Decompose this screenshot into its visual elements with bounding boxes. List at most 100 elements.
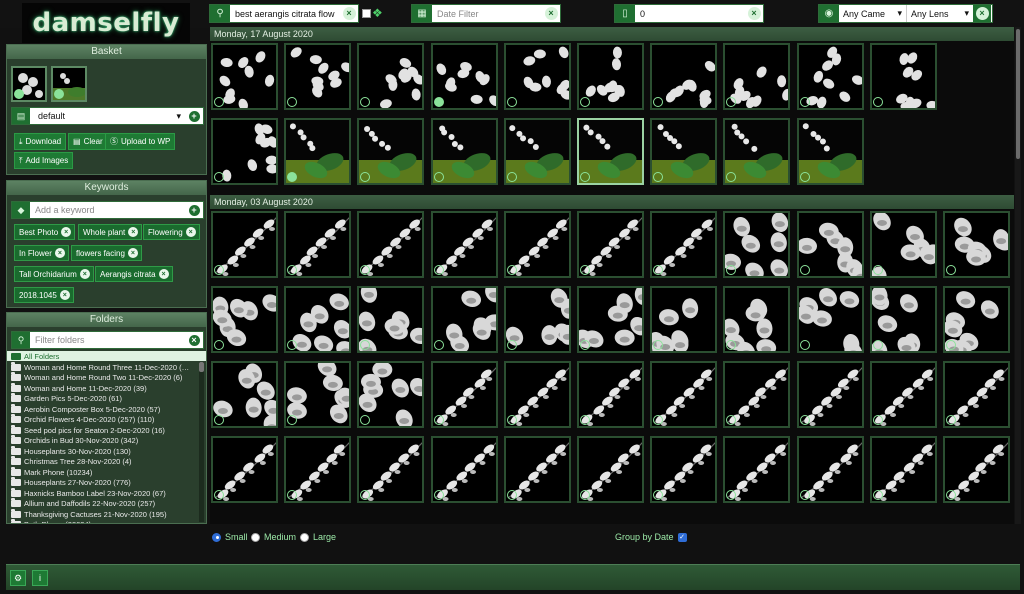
search-clear-button[interactable]: ×: [340, 5, 358, 22]
image-thumbnail[interactable]: [430, 436, 498, 503]
camera-select[interactable]: Any Came ▾: [839, 5, 907, 22]
folder-item[interactable]: Woman and Home 11-Dec-2020 (39): [7, 382, 198, 394]
keyword-tag[interactable]: 2018.1045 ×: [14, 287, 74, 303]
select-circle[interactable]: [799, 340, 810, 350]
folder-all[interactable]: All Folders: [7, 350, 206, 361]
folder-item[interactable]: Garden Pics 5-Dec-2020 (61): [7, 393, 198, 405]
image-thumbnail[interactable]: [869, 361, 937, 428]
size-large-option[interactable]: Large: [300, 532, 336, 542]
remove-tag-icon[interactable]: ×: [79, 269, 90, 279]
select-circle[interactable]: [506, 265, 517, 275]
image-thumbnail[interactable]: [211, 118, 278, 185]
image-thumbnail[interactable]: [357, 436, 425, 503]
remove-tag-icon[interactable]: ×: [128, 227, 139, 237]
select-circle[interactable]: [433, 172, 444, 182]
image-thumbnail[interactable]: [357, 286, 425, 353]
image-thumbnail[interactable]: [869, 211, 937, 278]
select-circle[interactable]: [799, 415, 810, 425]
image-thumbnail[interactable]: [357, 361, 425, 428]
select-circle[interactable]: [433, 490, 444, 500]
image-thumbnail[interactable]: [284, 436, 352, 503]
image-thumbnail[interactable]: [430, 43, 498, 110]
folder-item[interactable]: Houseplants 27-Nov-2020 (776): [7, 477, 198, 489]
basket-select-indicator[interactable]: [14, 89, 24, 99]
keyword-tag[interactable]: Flowering ×: [143, 224, 200, 240]
image-thumbnail[interactable]: [650, 43, 718, 110]
image-thumbnail[interactable]: [503, 118, 571, 185]
image-thumbnail[interactable]: [211, 286, 278, 353]
select-circle[interactable]: [433, 97, 444, 107]
basket-thumbnail[interactable]: [11, 66, 47, 102]
keyword-tag[interactable]: Best Photo ×: [14, 224, 76, 240]
image-thumbnail[interactable]: [943, 286, 1010, 353]
select-circle[interactable]: [433, 340, 444, 350]
remove-tag-icon[interactable]: ×: [127, 248, 138, 258]
image-thumbnail[interactable]: [796, 436, 864, 503]
folder-item[interactable]: Woman and Home Round Two 11-Dec-2020 (6): [7, 372, 198, 384]
image-thumbnail[interactable]: [869, 286, 937, 353]
folder-item[interactable]: Orchids in Bud 30-Nov-2020 (342): [7, 435, 198, 447]
select-circle[interactable]: [214, 490, 224, 500]
select-circle[interactable]: [946, 490, 956, 500]
image-thumbnail[interactable]: [577, 118, 644, 185]
image-thumbnail[interactable]: [357, 43, 425, 110]
folder-item[interactable]: Woman and Home Round Three 11-Dec-2020 (…: [7, 361, 198, 373]
info-icon[interactable]: i: [32, 570, 48, 586]
image-thumbnail[interactable]: [430, 361, 498, 428]
keyword-tag[interactable]: Whole plant ×: [78, 224, 143, 240]
grid-scrollbar[interactable]: [1015, 27, 1021, 524]
folder-item[interactable]: Beth Phone (23634): [7, 519, 198, 523]
select-circle[interactable]: [214, 265, 224, 275]
image-thumbnail[interactable]: [577, 436, 644, 503]
tag-search-checkbox[interactable]: [362, 9, 371, 18]
select-circle[interactable]: [799, 97, 810, 107]
cogs-icon[interactable]: ⚙: [10, 570, 26, 586]
basket-select-indicator[interactable]: [54, 89, 64, 99]
image-thumbnail[interactable]: [723, 118, 791, 185]
select-circle[interactable]: [580, 172, 590, 182]
select-circle[interactable]: [580, 490, 590, 500]
image-thumbnail[interactable]: [211, 43, 278, 110]
select-circle[interactable]: [506, 340, 517, 350]
size-medium-option[interactable]: Medium: [251, 532, 296, 542]
image-thumbnail[interactable]: [650, 211, 718, 278]
min-size-clear-button[interactable]: ×: [745, 5, 763, 22]
select-circle[interactable]: [946, 265, 956, 275]
image-thumbnail[interactable]: [211, 361, 278, 428]
keyword-tag[interactable]: flowers facing ×: [71, 245, 142, 261]
image-thumbnail[interactable]: [503, 211, 571, 278]
image-thumbnail[interactable]: [796, 43, 864, 110]
calendar-icon[interactable]: ▦: [412, 5, 432, 22]
select-circle[interactable]: [872, 97, 883, 107]
image-thumbnail[interactable]: [577, 43, 644, 110]
search-input[interactable]: best aerangis citrata flow: [230, 5, 340, 22]
image-thumbnail[interactable]: [284, 361, 352, 428]
image-thumbnail[interactable]: [723, 361, 791, 428]
add-basket-button[interactable]: +: [185, 108, 203, 124]
select-circle[interactable]: [799, 265, 810, 275]
image-thumbnail[interactable]: [430, 286, 498, 353]
folder-scrollbar[interactable]: [199, 362, 204, 522]
basket-select[interactable]: default ▾: [30, 108, 185, 124]
select-circle[interactable]: [214, 415, 224, 425]
remove-tag-icon[interactable]: ×: [54, 248, 65, 258]
folder-item[interactable]: Christmas Tree 28-Nov-2020 (4): [7, 456, 198, 468]
folder-item[interactable]: Seed pod pics for Seaton 2-Dec-2020 (16): [7, 424, 198, 436]
image-thumbnail[interactable]: [943, 361, 1010, 428]
image-thumbnail[interactable]: [577, 211, 644, 278]
image-thumbnail[interactable]: [284, 211, 352, 278]
select-circle[interactable]: [580, 265, 590, 275]
image-thumbnail[interactable]: [211, 436, 278, 503]
folder-item[interactable]: Aerobin Composter Box 5-Dec-2020 (57): [7, 403, 198, 415]
image-thumbnail[interactable]: [577, 361, 644, 428]
clear-basket-button[interactable]: ▤ Clear: [68, 133, 108, 150]
select-circle[interactable]: [214, 97, 224, 107]
image-thumbnail[interactable]: [430, 211, 498, 278]
size-medium-radio[interactable]: [251, 532, 260, 542]
image-thumbnail[interactable]: [869, 436, 937, 503]
image-thumbnail[interactable]: [503, 43, 571, 110]
folder-item[interactable]: Thanksgiving Cactuses 21-Nov-2020 (195): [7, 508, 198, 520]
search-icon[interactable]: ⚲: [210, 5, 230, 22]
lens-select[interactable]: Any Lens ▾: [907, 5, 973, 22]
image-thumbnail[interactable]: [796, 118, 864, 185]
